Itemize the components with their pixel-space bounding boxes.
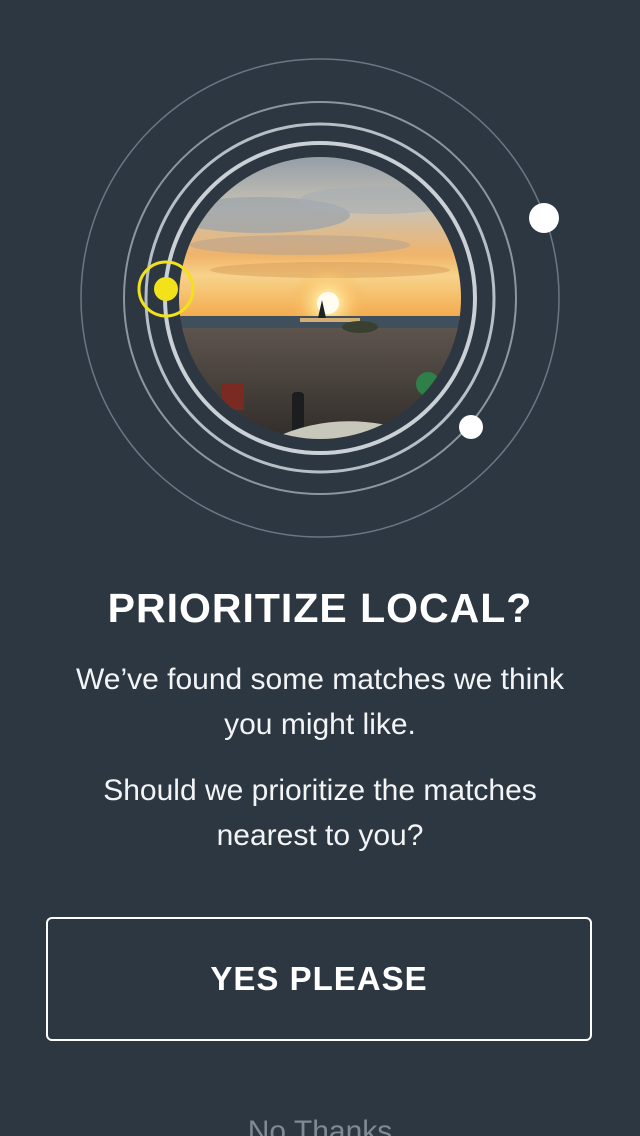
intro-message: We’ve found some matches we think you mi… [75, 663, 564, 741]
profile-photo [179, 157, 461, 439]
page-title: PRIORITIZE LOCAL? [107, 585, 533, 631]
orbit-illustration [80, 58, 560, 538]
orbit-dot-bottom-right [459, 415, 483, 439]
location-marker-icon [154, 277, 178, 301]
no-thanks-link[interactable]: No Thanks [0, 1112, 640, 1136]
orbit-graphic [0, 0, 640, 560]
yes-please-button[interactable]: YES PLEASE [46, 917, 592, 1041]
question-message: Should we prioritize the matches nearest… [103, 774, 537, 852]
prioritize-local-screen: PRIORITIZE LOCAL? We’ve found some match… [0, 0, 640, 1136]
yes-please-label: YES PLEASE [210, 960, 428, 997]
orbit-dot-top-right [529, 203, 559, 233]
